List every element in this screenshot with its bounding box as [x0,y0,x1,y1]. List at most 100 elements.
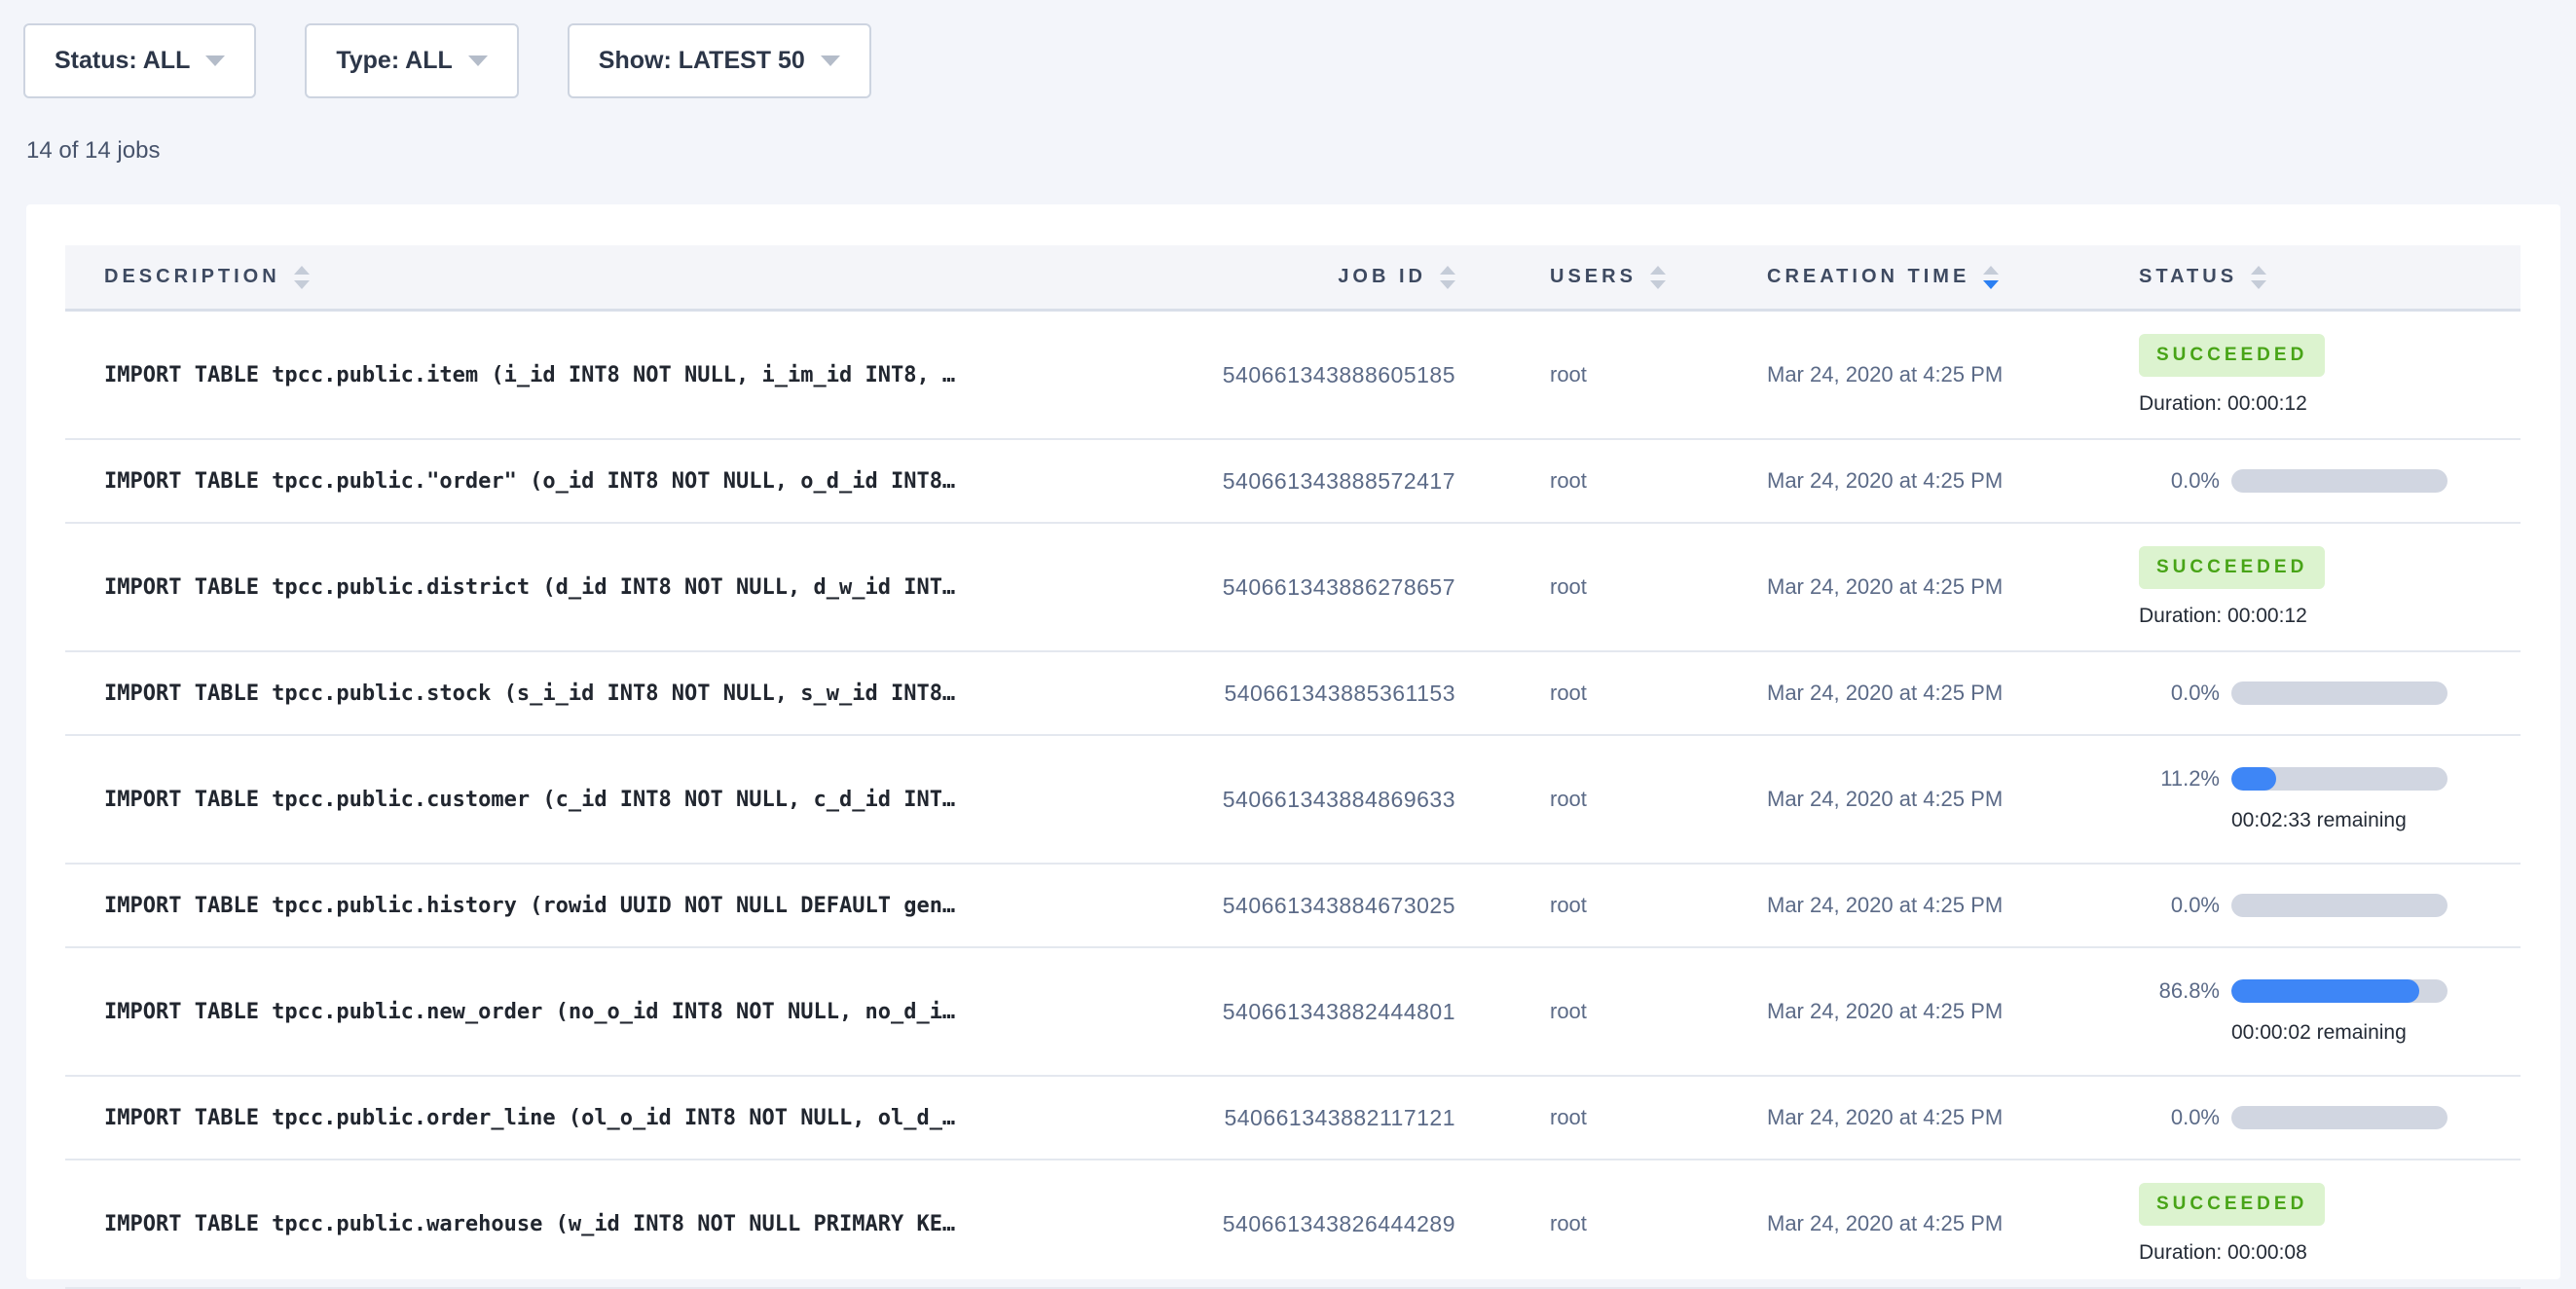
job-id-cell: 540661343884673025 [1193,893,1494,919]
chevron-down-icon [205,55,225,66]
job-status-cell: SUCCEEDED Duration: 00:00:12 [2074,334,2521,416]
status-duration: Duration: 00:00:08 [2139,1241,2325,1265]
job-user: root [1550,1211,1587,1236]
job-description-cell: IMPORT TABLE tpcc.public.district (d_id … [65,575,1193,600]
job-description-cell: IMPORT TABLE tpcc.public.new_order (no_o… [65,1000,1193,1024]
job-id-cell: 540661343888605185 [1193,362,1494,388]
job-user: root [1550,574,1587,600]
job-description: IMPORT TABLE tpcc.public.warehouse (w_id… [104,1212,955,1236]
job-id-link[interactable]: 540661343826444289 [1223,1211,1455,1237]
job-creation-time-cell: Mar 24, 2020 at 4:25 PM [1699,362,2074,387]
sort-arrows-icon [1983,266,1999,289]
status-badge: SUCCEEDED [2139,334,2325,377]
job-user: root [1550,468,1587,494]
type-filter-dropdown[interactable]: Type: ALL [305,23,518,98]
job-id-cell: 540661343882117121 [1193,1105,1494,1131]
job-user-cell: root [1494,893,1699,918]
progress-bar [2231,681,2447,705]
status-progress: 0.0% [2139,1105,2447,1130]
job-user: root [1550,999,1587,1024]
job-user-cell: root [1494,468,1699,494]
job-creation-time-cell: Mar 24, 2020 at 4:25 PM [1699,1211,2074,1236]
status-progress: 86.8% 00:00:02 remaining [2139,978,2447,1045]
job-status-cell: 0.0% [2074,893,2521,918]
job-id-cell: 540661343886278657 [1193,574,1494,601]
column-header-creation-time[interactable]: CREATION TIME [1699,266,2074,289]
job-description-cell: IMPORT TABLE tpcc.public.order_line (ol_… [65,1106,1193,1130]
status-succeeded: SUCCEEDED Duration: 00:00:12 [2139,334,2325,416]
progress-percent: 0.0% [2139,681,2220,706]
sort-arrows-icon [2251,266,2266,289]
table-header: DESCRIPTION JOB ID USERS CREATION TIME S… [65,245,2521,312]
job-description: IMPORT TABLE tpcc.public.customer (c_id … [104,788,955,812]
job-user-cell: root [1494,362,1699,387]
job-user-cell: root [1494,787,1699,812]
column-header-job-id[interactable]: JOB ID [1193,266,1494,289]
sort-arrows-icon [1440,266,1455,289]
job-creation-time-cell: Mar 24, 2020 at 4:25 PM [1699,574,2074,600]
job-user-cell: root [1494,999,1699,1024]
job-creation-time: Mar 24, 2020 at 4:25 PM [1767,468,2003,494]
job-description: IMPORT TABLE tpcc.public.new_order (no_o… [104,1000,955,1024]
status-duration: Duration: 00:00:12 [2139,605,2325,628]
table-row: IMPORT TABLE tpcc.public.stock (s_i_id I… [65,652,2521,736]
job-id-cell: 540661343885361153 [1193,681,1494,707]
job-status-cell: 11.2% 00:02:33 remaining [2074,766,2521,832]
job-status-cell: SUCCEEDED Duration: 00:00:12 [2074,546,2521,628]
job-id-link[interactable]: 540661343888605185 [1223,362,1455,388]
table-row: IMPORT TABLE tpcc.public.warehouse (w_id… [65,1160,2521,1289]
job-status-cell: 86.8% 00:00:02 remaining [2074,978,2521,1045]
table-row: IMPORT TABLE tpcc.public.history (rowid … [65,865,2521,948]
job-status-cell: SUCCEEDED Duration: 00:00:08 [2074,1183,2521,1265]
table-row: IMPORT TABLE tpcc.public.new_order (no_o… [65,948,2521,1077]
column-label: USERS [1550,266,1637,288]
job-id-link[interactable]: 540661343884869633 [1223,787,1455,813]
progress-bar [2231,894,2447,917]
job-id-link[interactable]: 540661343886278657 [1223,574,1455,601]
job-user: root [1550,1105,1587,1130]
job-status-cell: 0.0% [2074,681,2521,706]
status-succeeded: SUCCEEDED Duration: 00:00:08 [2139,1183,2325,1265]
jobs-table-panel: DESCRIPTION JOB ID USERS CREATION TIME S… [26,204,2560,1279]
column-header-description[interactable]: DESCRIPTION [65,266,1193,289]
status-filter-dropdown[interactable]: Status: ALL [23,23,256,98]
progress-percent: 0.0% [2139,1105,2220,1130]
status-badge: SUCCEEDED [2139,546,2325,589]
job-description: IMPORT TABLE tpcc.public.stock (s_i_id I… [104,681,955,706]
job-id-cell: 540661343888572417 [1193,468,1494,495]
job-user-cell: root [1494,574,1699,600]
chevron-down-icon [821,55,840,66]
job-user-cell: root [1494,681,1699,706]
job-creation-time: Mar 24, 2020 at 4:25 PM [1767,574,2003,600]
table-row: IMPORT TABLE tpcc.public.district (d_id … [65,524,2521,652]
job-description-cell: IMPORT TABLE tpcc.public."order" (o_id I… [65,469,1193,494]
column-header-status[interactable]: STATUS [2074,266,2521,289]
job-user-cell: root [1494,1211,1699,1236]
job-creation-time: Mar 24, 2020 at 4:25 PM [1767,1105,2003,1130]
job-id-link[interactable]: 540661343884673025 [1223,893,1455,919]
job-creation-time-cell: Mar 24, 2020 at 4:25 PM [1699,893,2074,918]
job-creation-time-cell: Mar 24, 2020 at 4:25 PM [1699,468,2074,494]
job-description: IMPORT TABLE tpcc.public.order_line (ol_… [104,1106,955,1130]
job-creation-time-cell: Mar 24, 2020 at 4:25 PM [1699,787,2074,812]
jobs-page: Status: ALL Type: ALL Show: LATEST 50 14… [0,0,2576,1279]
job-id-link[interactable]: 540661343885361153 [1224,681,1455,707]
progress-percent: 0.0% [2139,468,2220,494]
progress-remaining: 00:02:33 remaining [2231,809,2447,832]
show-filter-dropdown[interactable]: Show: LATEST 50 [568,23,871,98]
table-body: IMPORT TABLE tpcc.public.item (i_id INT8… [65,312,2521,1289]
job-user: root [1550,362,1587,387]
job-id-link[interactable]: 540661343882444801 [1223,999,1455,1025]
job-id-link[interactable]: 540661343888572417 [1223,468,1455,495]
job-description: IMPORT TABLE tpcc.public.history (rowid … [104,894,955,918]
progress-bar [2231,469,2447,493]
column-header-users[interactable]: USERS [1494,266,1699,289]
job-status-cell: 0.0% [2074,1105,2521,1130]
show-filter-label: Show: LATEST 50 [599,47,805,75]
progress-percent: 86.8% [2139,978,2220,1004]
sort-arrows-icon [294,266,310,289]
column-label: CREATION TIME [1767,266,1969,288]
table-row: IMPORT TABLE tpcc.public."order" (o_id I… [65,440,2521,524]
job-id-link[interactable]: 540661343882117121 [1224,1105,1455,1131]
job-creation-time: Mar 24, 2020 at 4:25 PM [1767,999,2003,1024]
